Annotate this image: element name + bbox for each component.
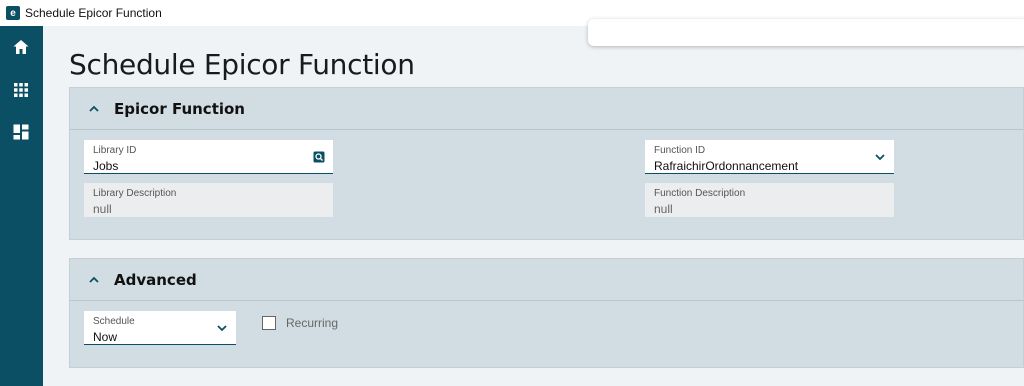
grid-icon[interactable]	[12, 81, 30, 99]
library-id-label: Library ID	[93, 145, 137, 156]
sidebar	[0, 26, 43, 386]
library-description-value: null	[93, 202, 112, 216]
function-description-label: Function Description	[654, 188, 746, 199]
function-id-field[interactable]: Function ID RafraichirOrdonnancement	[645, 140, 894, 174]
schedule-dropdown[interactable]: Schedule Now	[84, 311, 236, 345]
advanced-panel-title: Advanced	[114, 270, 197, 289]
library-id-value[interactable]: Jobs	[93, 158, 324, 174]
function-description-value: null	[654, 202, 673, 216]
chevron-up-icon[interactable]	[88, 103, 100, 115]
chevron-up-icon[interactable]	[88, 274, 100, 286]
page-title: Schedule Epicor Function	[69, 48, 415, 81]
epicor-function-panel-header[interactable]: Epicor Function	[70, 88, 1023, 130]
dashboard-icon[interactable]	[12, 123, 30, 141]
library-id-field[interactable]: Library ID Jobs	[84, 140, 333, 174]
epicor-function-panel-title: Epicor Function	[114, 99, 245, 118]
advanced-panel-header[interactable]: Advanced	[70, 259, 1023, 301]
function-id-label: Function ID	[654, 145, 706, 156]
app-logo-icon: e	[6, 6, 20, 20]
chevron-down-icon[interactable]	[216, 322, 228, 334]
home-icon[interactable]	[12, 38, 30, 56]
library-description-field: Library Description null	[84, 183, 333, 217]
schedule-label: Schedule	[93, 316, 135, 327]
library-description-label: Library Description	[93, 188, 177, 199]
chevron-down-icon[interactable]	[874, 151, 886, 163]
schedule-value[interactable]: Now	[93, 329, 227, 345]
window-title: Schedule Epicor Function	[25, 6, 162, 20]
recurring-label: Recurring	[286, 316, 339, 330]
recurring-checkbox[interactable]	[262, 316, 276, 330]
search-icon[interactable]	[313, 151, 325, 163]
function-id-value[interactable]: RafraichirOrdonnancement	[654, 158, 885, 174]
recurring-option: Recurring	[262, 316, 338, 330]
function-description-field: Function Description null	[645, 183, 894, 217]
global-search-input[interactable]	[588, 19, 1024, 46]
